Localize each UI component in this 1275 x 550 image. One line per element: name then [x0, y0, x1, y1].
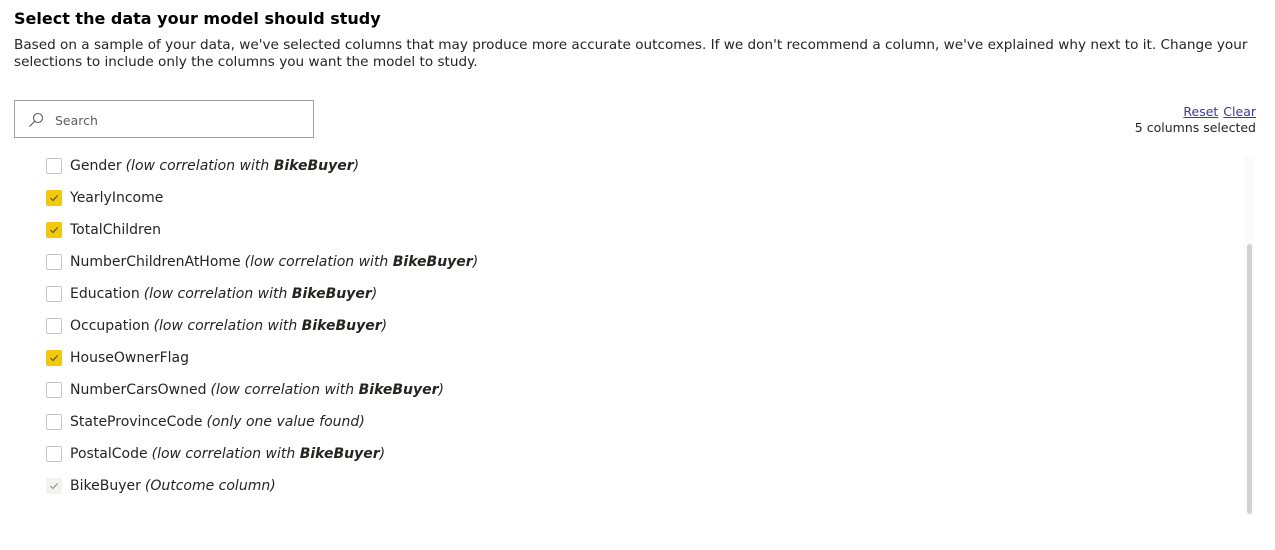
outcome-column-name: BikeBuyer [299, 446, 380, 462]
column-item[interactable]: PostalCode (low correlation with BikeBuye… [46, 444, 385, 464]
selection-actions: Reset Clear [1178, 104, 1256, 119]
column-name: TotalChildren [70, 222, 161, 238]
column-note: (only one value found) [206, 414, 364, 430]
note-suffix: ) [438, 382, 445, 398]
note-text: (low correlation with [143, 286, 292, 302]
note-suffix: ) [472, 254, 479, 270]
note-suffix: ) [353, 158, 360, 174]
column-item[interactable]: TotalChildren [46, 220, 161, 240]
column-item[interactable]: YearlyIncome [46, 188, 163, 208]
note-text: (low correlation with [125, 158, 274, 174]
note-text: (Outcome column) [144, 478, 276, 494]
column-item[interactable]: NumberChildrenAtHome (low correlation wit… [46, 252, 478, 272]
column-name: BikeBuyer [70, 478, 141, 494]
reset-link[interactable]: Reset [1183, 104, 1218, 119]
checkbox[interactable] [46, 318, 62, 334]
outcome-column-name: BikeBuyer [301, 318, 382, 334]
column-name: Occupation [70, 318, 150, 334]
checkmark-icon [50, 227, 58, 234]
search-input[interactable] [53, 109, 307, 131]
column-name: PostalCode [70, 446, 148, 462]
page-description: Based on a sample of your data, we've se… [14, 37, 1248, 70]
column-note: (low correlation with BikeBuyer) [144, 286, 378, 302]
checkbox[interactable] [46, 222, 62, 238]
note-text: (low correlation with [244, 254, 393, 270]
column-item[interactable]: NumberCarsOwned (low correlation with Bik… [46, 380, 444, 400]
column-name: Education [70, 286, 140, 302]
column-item[interactable]: Occupation (low correlation with BikeBuye… [46, 316, 387, 336]
checkbox[interactable] [46, 254, 62, 270]
column-note: (low correlation with BikeBuyer) [211, 382, 445, 398]
outcome-column-name: BikeBuyer [392, 254, 473, 270]
column-name: NumberChildrenAtHome [70, 254, 241, 270]
column-item[interactable]: StateProvinceCode (only one value found) [46, 412, 365, 432]
column-note: (low correlation with BikeBuyer) [152, 446, 386, 462]
outcome-column-name: BikeBuyer [291, 286, 372, 302]
selected-count: 5 columns selected [1134, 120, 1256, 135]
note-suffix: ) [379, 446, 386, 462]
checkmark-icon [50, 483, 58, 490]
search-icon [29, 112, 44, 127]
column-name: HouseOwnerFlag [70, 350, 189, 366]
outcome-column-name: BikeBuyer [273, 158, 354, 174]
search-box[interactable] [14, 100, 314, 138]
column-note: (low correlation with BikeBuyer) [245, 254, 479, 270]
checkbox[interactable] [46, 350, 62, 366]
column-item[interactable]: Gender (low correlation with BikeBuyer) [46, 156, 359, 176]
checkmark-icon [50, 195, 58, 202]
checkbox[interactable] [46, 414, 62, 430]
column-name: Gender [70, 158, 122, 174]
note-text: (only one value found) [206, 414, 365, 430]
checkbox[interactable] [46, 190, 62, 206]
checkbox[interactable] [46, 446, 62, 462]
column-item[interactable]: BikeBuyer (Outcome column) [46, 476, 276, 496]
column-name: YearlyIncome [70, 190, 164, 206]
note-text: (low correlation with [151, 446, 300, 462]
note-text: (low correlation with [153, 318, 302, 334]
checkbox[interactable] [46, 382, 62, 398]
checkbox[interactable] [46, 158, 62, 174]
checkbox[interactable] [46, 286, 62, 302]
column-name: StateProvinceCode [70, 414, 203, 430]
column-item[interactable]: Education (low correlation with BikeBuyer… [46, 284, 377, 304]
checkbox [46, 478, 62, 494]
note-suffix: ) [371, 286, 378, 302]
scrollbar-thumb[interactable] [1247, 244, 1252, 514]
column-item[interactable]: HouseOwnerFlag [46, 348, 189, 368]
outcome-column-name: BikeBuyer [358, 382, 439, 398]
column-note: (low correlation with BikeBuyer) [126, 158, 360, 174]
clear-link[interactable]: Clear [1223, 104, 1256, 119]
page-title: Select the data your model should study [14, 9, 381, 28]
column-name: NumberCarsOwned [70, 382, 207, 398]
note-suffix: ) [381, 318, 388, 334]
column-note: (low correlation with BikeBuyer) [154, 318, 388, 334]
note-text: (low correlation with [210, 382, 359, 398]
column-note: (Outcome column) [145, 478, 276, 494]
checkmark-icon [50, 355, 58, 362]
